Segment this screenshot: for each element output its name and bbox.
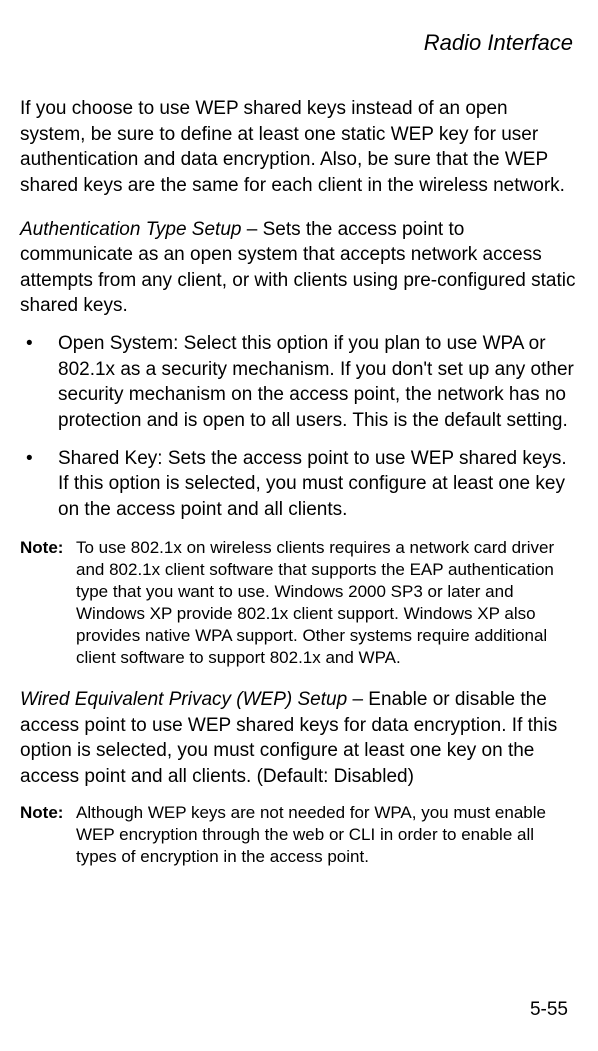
auth-section: Authentication Type Setup – Sets the acc… [20, 217, 578, 320]
note-block-2: Note: Although WEP keys are not needed f… [20, 802, 578, 868]
list-item: Shared Key: Sets the access point to use… [20, 446, 578, 523]
wep-section: Wired Equivalent Privacy (WEP) Setup – E… [20, 687, 578, 790]
note-label: Note: [20, 802, 63, 824]
bullet-list: Open System: Select this option if you p… [20, 331, 578, 522]
list-item: Open System: Select this option if you p… [20, 331, 578, 434]
page-header: Radio Interface [20, 30, 578, 56]
note-text: To use 802.1x on wireless clients requir… [76, 538, 554, 667]
page-number: 5-55 [530, 999, 568, 1021]
note-block-1: Note: To use 802.1x on wireless clients … [20, 537, 578, 670]
auth-title: Authentication Type Setup [20, 219, 241, 240]
note-label: Note: [20, 537, 63, 559]
intro-paragraph: If you choose to use WEP shared keys ins… [20, 96, 578, 199]
note-text: Although WEP keys are not needed for WPA… [76, 803, 546, 866]
wep-title: Wired Equivalent Privacy (WEP) Setup [20, 689, 347, 710]
